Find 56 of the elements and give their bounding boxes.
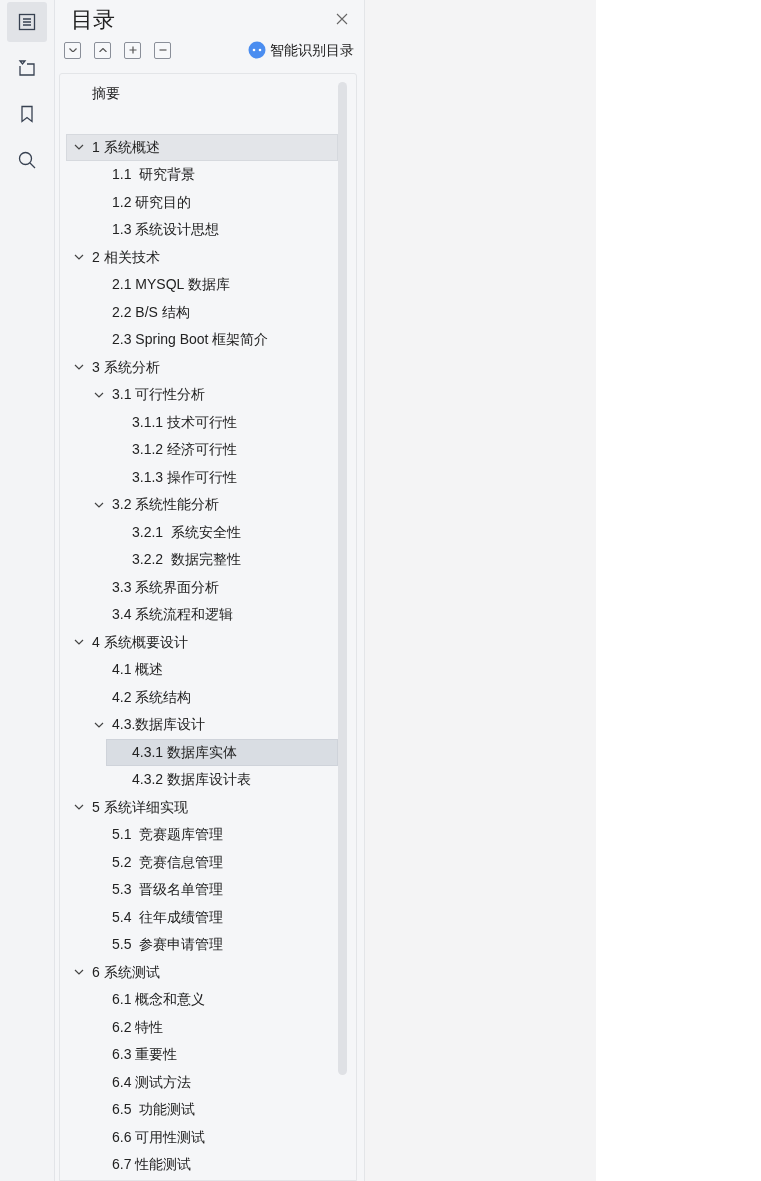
toc-item[interactable]: 3.4 系统流程和逻辑 [86,601,338,629]
tree-icon [17,58,37,78]
toc-item[interactable]: 3.2 系统性能分析 [86,491,338,519]
toc-item[interactable]: 3 系统分析 [66,353,338,381]
chevron-down-button[interactable] [64,41,81,59]
smart-detect-button[interactable]: 智能识别目录 [248,39,354,61]
minus-icon [158,49,167,51]
search-icon [17,150,37,170]
toc-item[interactable]: 5.2 竞赛信息管理 [86,848,338,876]
toc-item[interactable]: 6.5 功能测试 [86,1096,338,1124]
robot-icon [248,41,266,59]
list-icon [17,12,37,32]
close-icon[interactable] [336,13,348,25]
toc-item[interactable]: 3.3 系统界面分析 [86,573,338,601]
toc-item[interactable]: 3.2.2 数据完整性 [106,546,338,574]
toc-item[interactable]: 1.2 研究目的 [86,188,338,216]
toc-item[interactable]: 4.3.数据库设计 [86,711,338,739]
toc-item[interactable]: 4.1 概述 [86,656,338,684]
toc-item[interactable]: 5.1 竞赛题库管理 [86,821,338,849]
toc-item[interactable]: 3.1.2 经济可行性 [106,436,338,464]
toc-item[interactable]: 3.2.1 系统安全性 [106,518,338,546]
toc-item[interactable]: 5.3 晋级名单管理 [86,876,338,904]
chevron-up-icon [98,47,107,53]
toc-item[interactable]: 2.1 MYSQL 数据库 [86,271,338,299]
scrollbar[interactable] [338,82,347,1075]
toc-item[interactable]: 6 系统测试 [66,958,338,986]
toc-item[interactable]: 6.7 性能测试 [86,1151,338,1179]
plus-button[interactable] [124,41,141,59]
toc-item[interactable]: 6.1 概念和意义 [86,986,338,1014]
toc-item[interactable]: 2.2 B/S 结构 [86,298,338,326]
plus-icon [128,46,137,54]
chevron-down-icon [68,47,77,53]
toc-item[interactable]: 5.5 参赛申请管理 [86,931,338,959]
toc-item[interactable]: 5.4 往年成绩管理 [86,903,338,931]
toc-item[interactable]: 3.1.1 技术可行性 [106,408,338,436]
toc-item[interactable]: 3.1.3 操作可行性 [106,463,338,491]
toc-item[interactable]: 2.3 Spring Boot 框架简介 [86,326,338,354]
toc-item[interactable]: 摘要 [66,80,338,108]
toc-item[interactable]: 4.3.1 数据库实体 [106,738,338,766]
toc-item[interactable]: 4 系统概要设计 [66,628,338,656]
toc-item[interactable]: 6.6 可用性测试 [86,1123,338,1151]
toc-item[interactable]: 5 系统详细实现 [66,793,338,821]
toc-item[interactable]: 6.3 重要性 [86,1041,338,1069]
toc-item[interactable]: 6.4 测试方法 [86,1068,338,1096]
chevron-up-button[interactable] [94,41,111,59]
minus-button[interactable] [154,41,171,59]
sidebar-tab[interactable] [7,2,47,42]
panel-title: 目录 [71,5,115,34]
toc-item[interactable]: 1.3 系统设计思想 [86,216,338,244]
toc-item[interactable]: 6.2 特性 [86,1013,338,1041]
toc-item[interactable]: 3.1 可行性分析 [86,381,338,409]
toc-item[interactable]: 2 相关技术 [66,243,338,271]
toc-item[interactable]: 1.1 研究背景 [86,161,338,189]
toc-item[interactable]: 1 系统概述 [66,133,338,161]
toc-item[interactable]: 4.2 系统结构 [86,683,338,711]
toc-item[interactable]: 4.3.2 数据库设计表 [106,766,338,794]
